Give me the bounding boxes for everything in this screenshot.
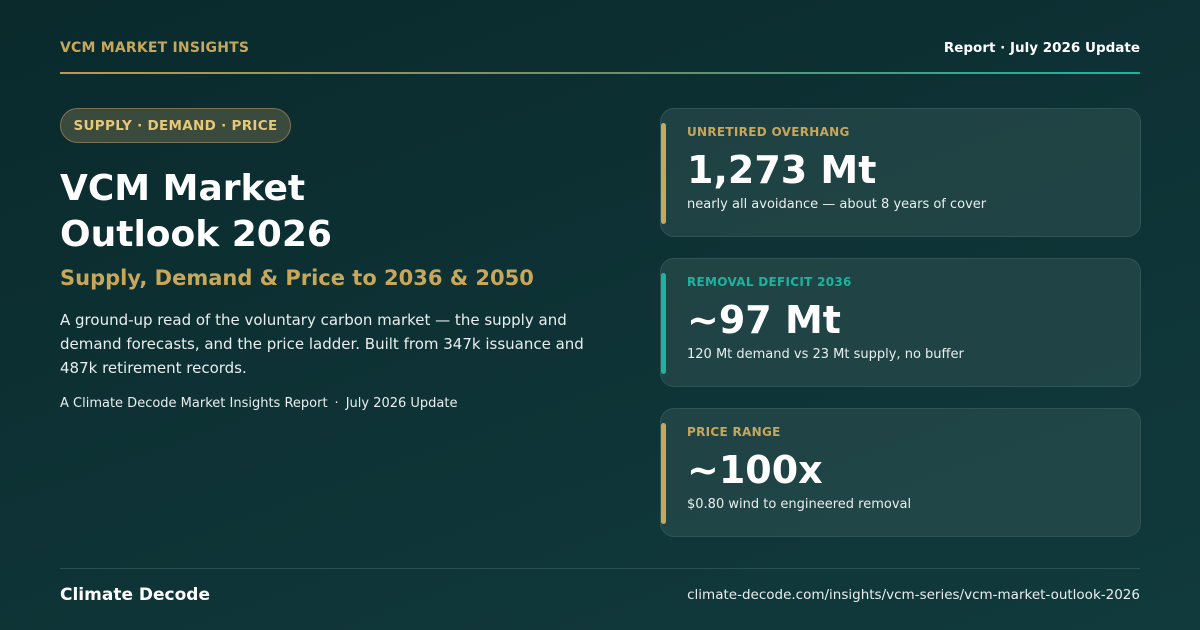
header-brand: VCM MARKET INSIGHTS	[60, 40, 250, 56]
stat-accent-bar	[661, 273, 666, 374]
stat-label: PRICE RANGE	[687, 425, 781, 439]
topic-pill: SUPPLY · DEMAND · PRICE	[60, 108, 291, 143]
byline-publisher: A Climate Decode Market Insights Report	[60, 396, 328, 411]
header-divider	[60, 72, 1140, 74]
byline: A Climate Decode Market Insights Report ·…	[60, 396, 620, 411]
stat-note: 120 Mt demand vs 23 Mt supply, no buffer	[687, 347, 964, 362]
page-title-line-1: VCM Market	[60, 168, 306, 209]
stat-card-price-range: PRICE RANGE ~100x $0.80 wind to engineer…	[660, 408, 1141, 537]
stat-value: ~100x	[687, 448, 823, 492]
stat-accent-bar	[661, 423, 666, 524]
stat-accent-bar	[661, 123, 666, 224]
stat-card-removal-deficit: REMOVAL DEFICIT 2036 ~97 Mt 120 Mt deman…	[660, 258, 1141, 387]
stat-note: $0.80 wind to engineered removal	[687, 497, 912, 512]
footer-divider	[60, 568, 1140, 569]
footer-url[interactable]: climate-decode.com/insights/vcm-series/v…	[687, 587, 1140, 603]
stat-label: REMOVAL DEFICIT 2036	[687, 275, 852, 289]
footer-brand: Climate Decode	[60, 585, 210, 605]
header-report-date: Report · July 2026 Update	[943, 40, 1140, 56]
stat-card-overhang: UNRETIRED OVERHANG 1,273 Mt nearly all a…	[660, 108, 1141, 237]
page-title-line-2: Outlook 2026	[60, 214, 332, 255]
byline-separator: ·	[334, 396, 339, 411]
stat-note: nearly all avoidance — about 8 years of …	[687, 197, 987, 212]
stat-value: ~97 Mt	[687, 298, 841, 342]
page-title: VCM Market Outlook 2026	[60, 166, 580, 258]
page-subtitle: Supply, Demand & Price to 2036 & 2050	[60, 266, 534, 290]
description: A ground-up read of the voluntary carbon…	[60, 311, 584, 377]
stat-value: 1,273 Mt	[687, 148, 877, 192]
byline-date: July 2026 Update	[345, 396, 458, 411]
stat-label: UNRETIRED OVERHANG	[687, 125, 850, 139]
top-bar: VCM MARKET INSIGHTS Report · July 2026 U…	[60, 38, 1140, 58]
